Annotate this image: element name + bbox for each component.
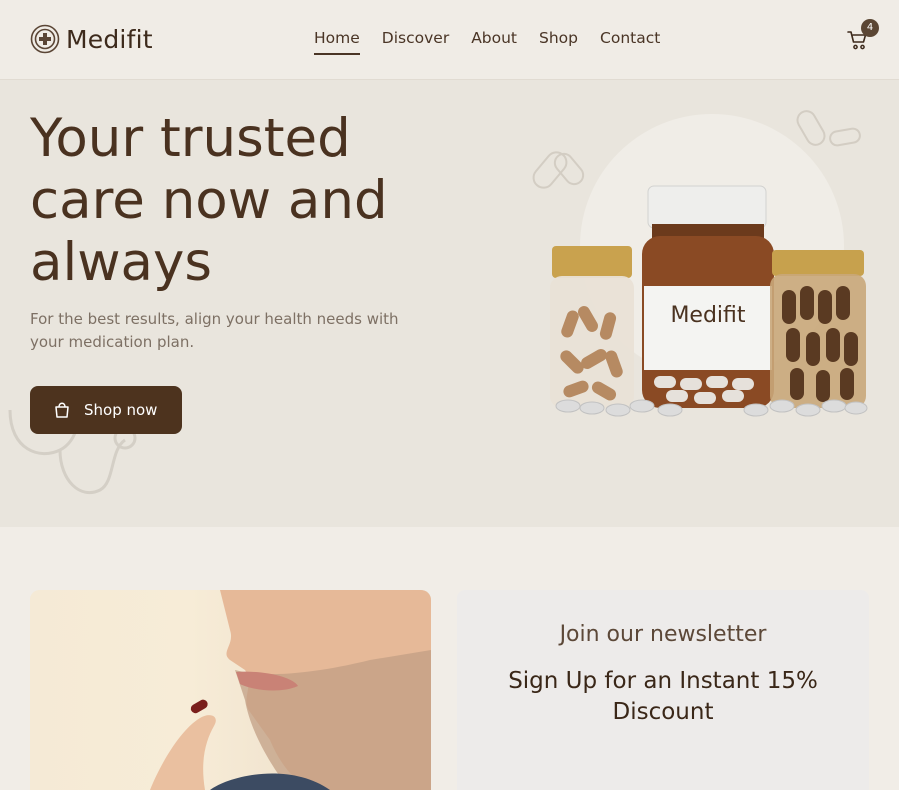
promo-section: Join our newsletter Sign Up for an Insta… <box>0 527 899 790</box>
newsletter-subtitle: Sign Up for an Instant 15% Discount <box>508 668 818 725</box>
medical-cross-icon <box>30 24 60 54</box>
nav-about[interactable]: About <box>471 29 517 55</box>
center-bottle: Medifit <box>642 185 774 408</box>
nav-contact[interactable]: Contact <box>600 29 660 55</box>
main-nav: Home Discover About Shop Contact <box>314 29 660 55</box>
man-taking-pill-image <box>30 590 431 790</box>
brand-name: Medifit <box>66 24 153 54</box>
nav-shop[interactable]: Shop <box>539 29 578 55</box>
shopping-bag-icon <box>55 402 69 418</box>
nav-discover[interactable]: Discover <box>382 29 449 55</box>
hero-section: Your trusted care now and always For the… <box>0 80 899 527</box>
hero-subtitle: For the best results, align your health … <box>30 310 399 351</box>
bottle-label-text: Medifit <box>670 303 745 328</box>
nav-home[interactable]: Home <box>314 29 360 55</box>
pill-bottles-image: Medifit <box>532 110 868 417</box>
hero-title: Your trusted care now and always <box>30 108 388 293</box>
right-bottle <box>770 250 866 408</box>
site-header: Medifit Home Discover About Shop Contact… <box>0 0 899 80</box>
newsletter-card: Join our newsletter Sign Up for an Insta… <box>457 590 869 790</box>
newsletter-title: Join our newsletter <box>559 622 767 647</box>
shop-now-button[interactable]: Shop now <box>30 386 182 434</box>
cart-count-badge: 4 <box>861 19 879 37</box>
left-bottle <box>550 246 634 408</box>
brand-logo[interactable]: Medifit <box>30 24 153 54</box>
shop-now-label: Shop now <box>84 401 158 419</box>
